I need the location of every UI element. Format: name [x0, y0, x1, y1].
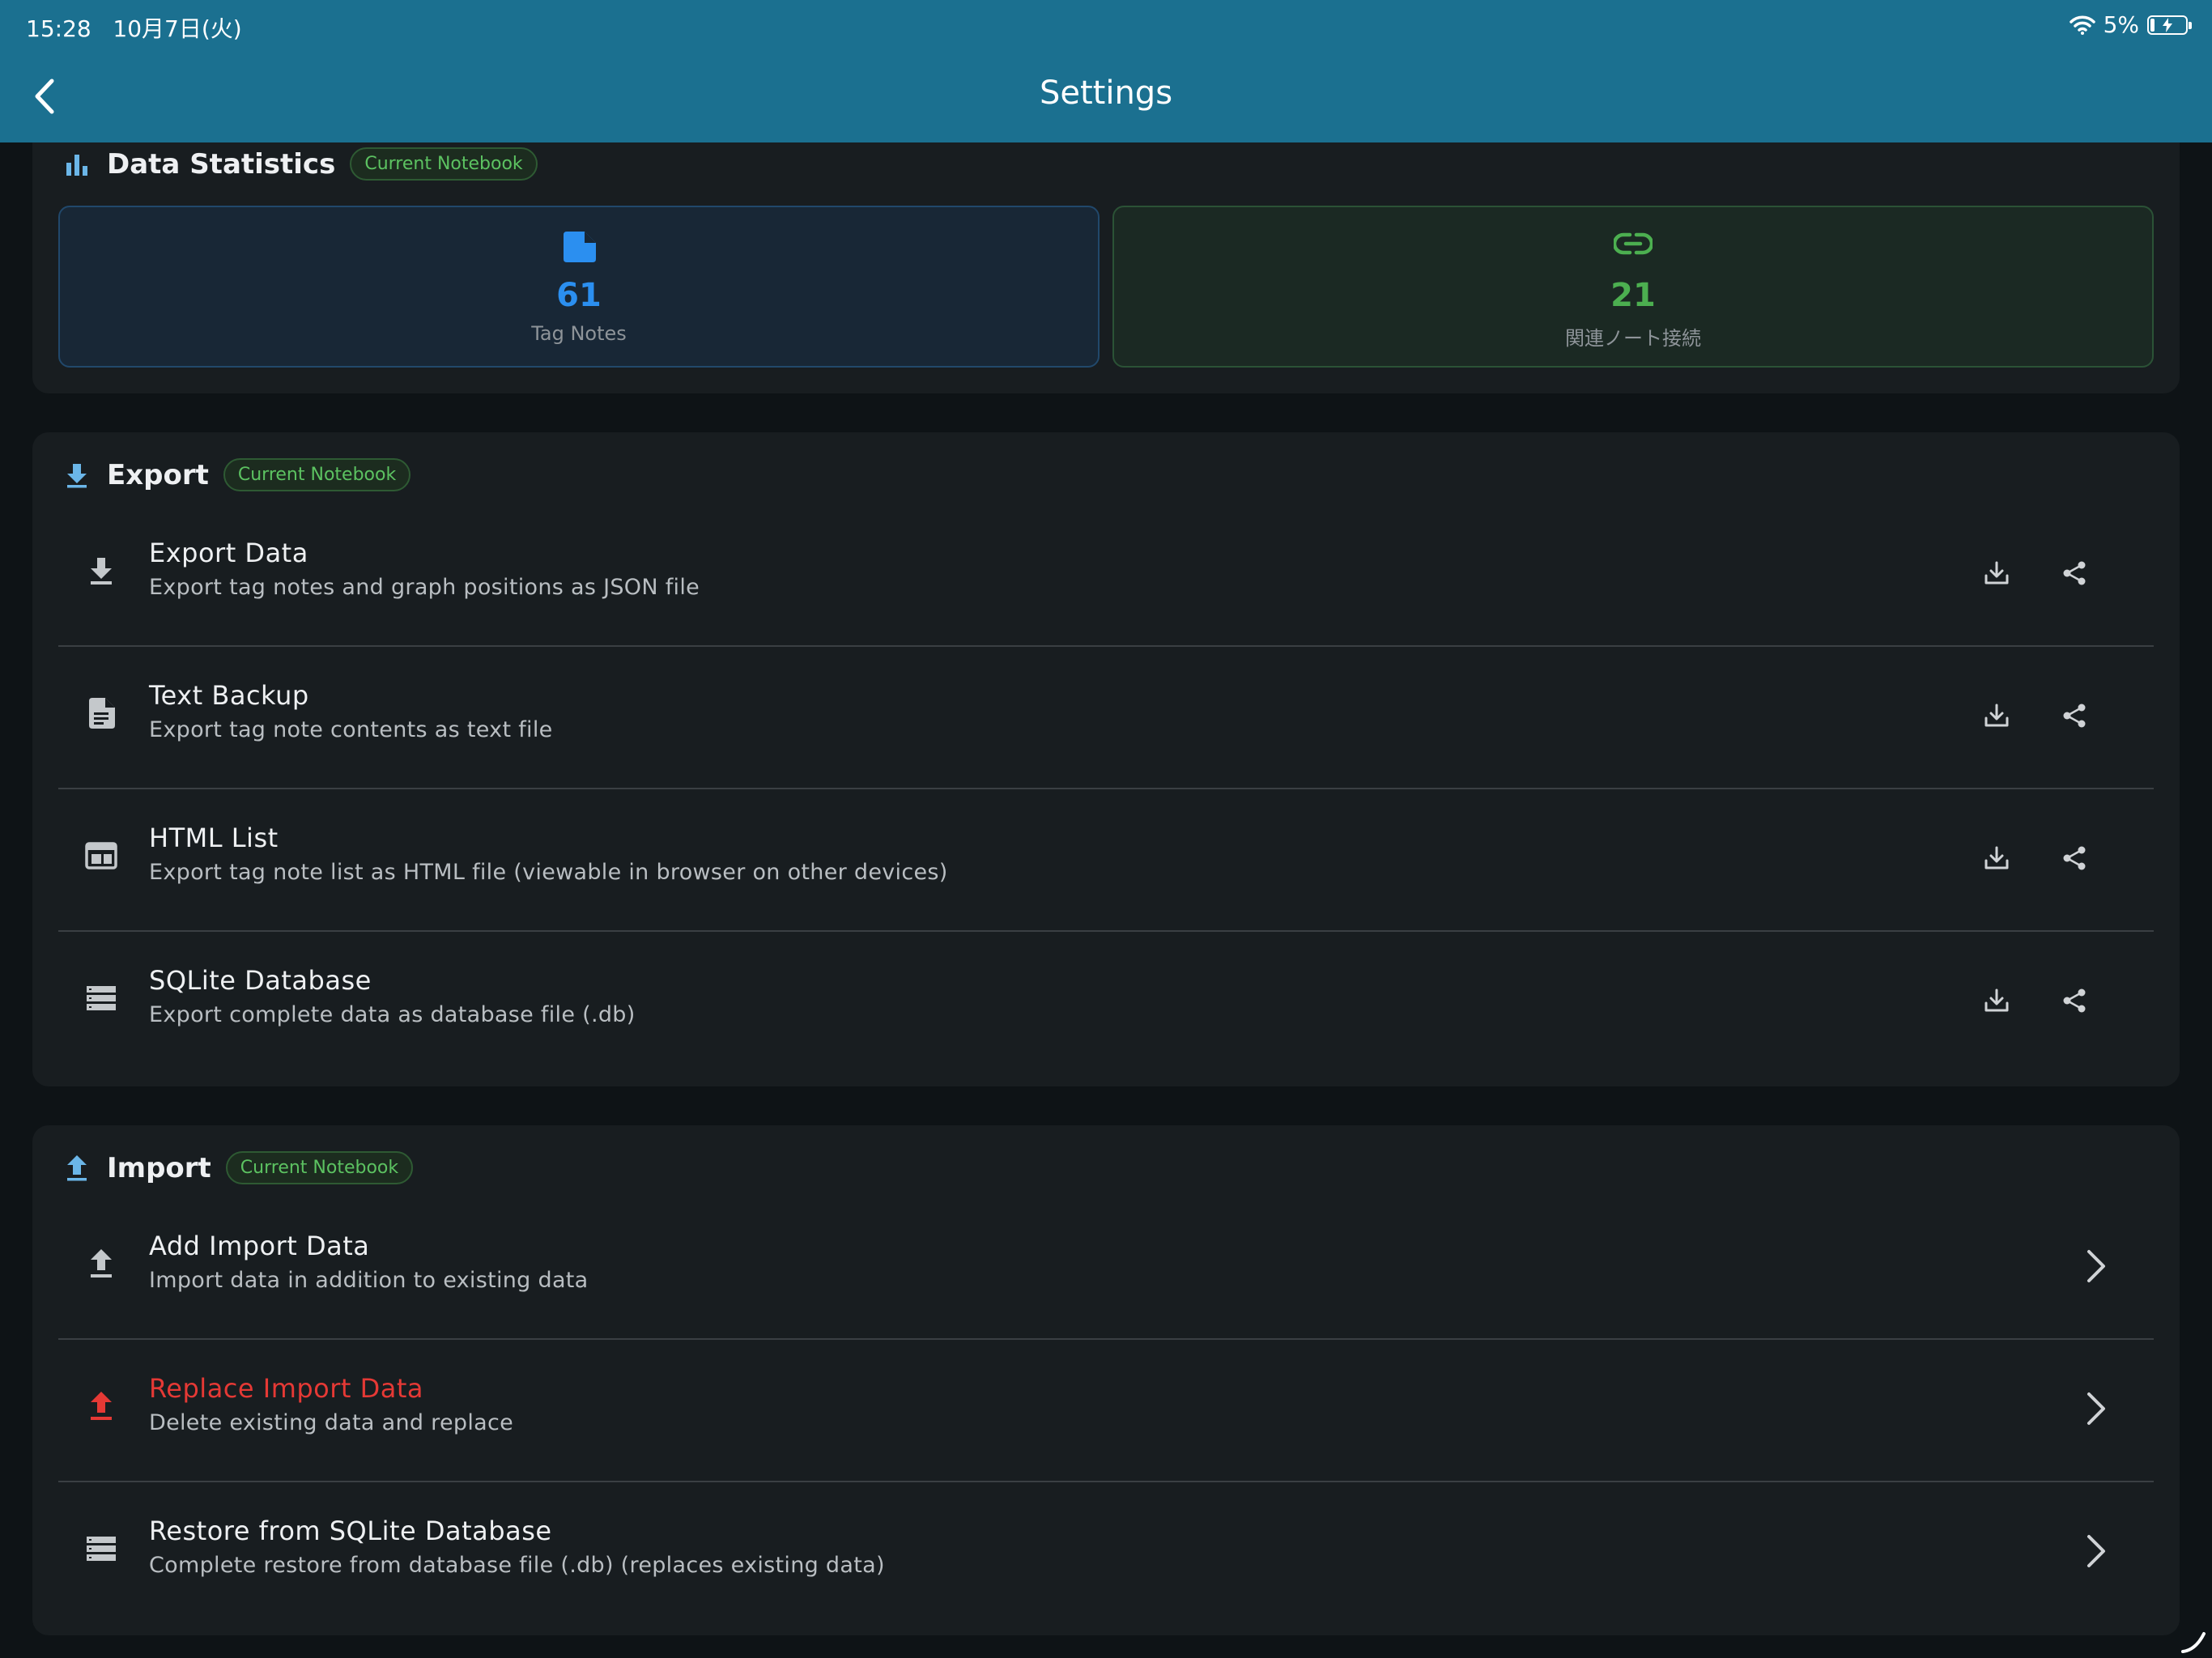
download-icon	[62, 460, 92, 491]
item-subtitle: Import data in addition to existing data	[149, 1268, 589, 1293]
app-bar: 15:28 10月7日(火) 5% Settings	[0, 0, 2212, 142]
item-subtitle: Complete restore from database file (.db…	[149, 1553, 885, 1578]
chevron-right-icon[interactable]	[2073, 1528, 2118, 1574]
document-icon	[564, 232, 596, 262]
upload-icon	[62, 1153, 92, 1184]
current-notebook-badge: Current Notebook	[223, 458, 411, 491]
item-subtitle: Export tag note list as HTML file (viewa…	[149, 860, 948, 885]
stat-tag-notes: 61 Tag Notes	[58, 206, 1100, 368]
battery-percent: 5%	[2103, 11, 2139, 38]
current-notebook-badge: Current Notebook	[350, 147, 538, 181]
status-time: 15:28 10月7日(火)	[26, 15, 242, 42]
item-title: Text Backup	[149, 680, 309, 711]
item-subtitle: Export tag notes and graph positions as …	[149, 575, 700, 600]
upload-icon	[83, 1388, 120, 1425]
database-icon	[83, 1530, 120, 1567]
item-title: Export Data	[149, 538, 308, 568]
section-title: Data Statistics	[107, 147, 336, 181]
save-download-icon[interactable]	[1974, 693, 2019, 738]
upload-icon	[83, 1245, 120, 1282]
item-subtitle: Delete existing data and replace	[149, 1410, 514, 1435]
save-download-icon[interactable]	[1974, 835, 2019, 881]
wifi-icon	[2069, 15, 2095, 35]
save-download-icon[interactable]	[1974, 551, 2019, 596]
sqlite-database-item[interactable]: SQLite Database Export complete data as …	[58, 931, 2154, 1073]
stat-label: 関連ノート接続	[1565, 327, 1701, 350]
download-icon	[83, 552, 120, 589]
stat-related-connections: 21 関連ノート接続	[1112, 206, 2154, 368]
restore-sqlite-item[interactable]: Restore from SQLite Database Complete re…	[58, 1482, 2154, 1624]
status-indicators: 5%	[2069, 11, 2192, 38]
chevron-right-icon[interactable]	[2073, 1386, 2118, 1431]
item-title: Add Import Data	[149, 1231, 370, 1261]
section-title: Import	[107, 1151, 211, 1184]
database-icon	[83, 980, 120, 1017]
item-title: SQLite Database	[149, 965, 372, 996]
item-title: Replace Import Data	[149, 1373, 424, 1404]
battery-icon	[2147, 15, 2192, 35]
add-import-data-item[interactable]: Add Import Data Import data in addition …	[58, 1197, 2154, 1339]
text-file-icon	[83, 695, 120, 732]
export-data-item[interactable]: Export Data Export tag notes and graph p…	[58, 504, 2154, 646]
item-subtitle: Export complete data as database file (.…	[149, 1002, 636, 1027]
export-header: Export Current Notebook	[62, 458, 411, 491]
item-title: HTML List	[149, 823, 279, 853]
stat-value: 21	[1610, 277, 1656, 314]
share-icon[interactable]	[2052, 551, 2097, 596]
link-icon	[1614, 232, 1653, 255]
corner-indicator-icon	[2181, 1632, 2206, 1653]
chevron-right-icon[interactable]	[2073, 1244, 2118, 1289]
share-icon[interactable]	[2052, 693, 2097, 738]
import-header: Import Current Notebook	[62, 1151, 414, 1184]
html-list-item[interactable]: HTML List Export tag note list as HTML f…	[58, 789, 2154, 931]
section-title: Export	[107, 458, 209, 491]
current-notebook-badge: Current Notebook	[225, 1151, 414, 1184]
item-subtitle: Export tag note contents as text file	[149, 717, 553, 742]
replace-import-data-item[interactable]: Replace Import Data Delete existing data…	[58, 1339, 2154, 1482]
web-window-icon	[83, 837, 120, 874]
share-icon[interactable]	[2052, 835, 2097, 881]
share-icon[interactable]	[2052, 978, 2097, 1023]
item-title: Restore from SQLite Database	[149, 1516, 552, 1546]
data-statistics-header: Data Statistics Current Notebook	[62, 147, 538, 181]
stat-label: Tag Notes	[531, 322, 627, 345]
text-backup-item[interactable]: Text Backup Export tag note contents as …	[58, 646, 2154, 789]
stat-value: 61	[556, 277, 602, 314]
save-download-icon[interactable]	[1974, 978, 2019, 1023]
bar-chart-icon	[62, 149, 92, 180]
page-title: Settings	[1039, 74, 1173, 112]
